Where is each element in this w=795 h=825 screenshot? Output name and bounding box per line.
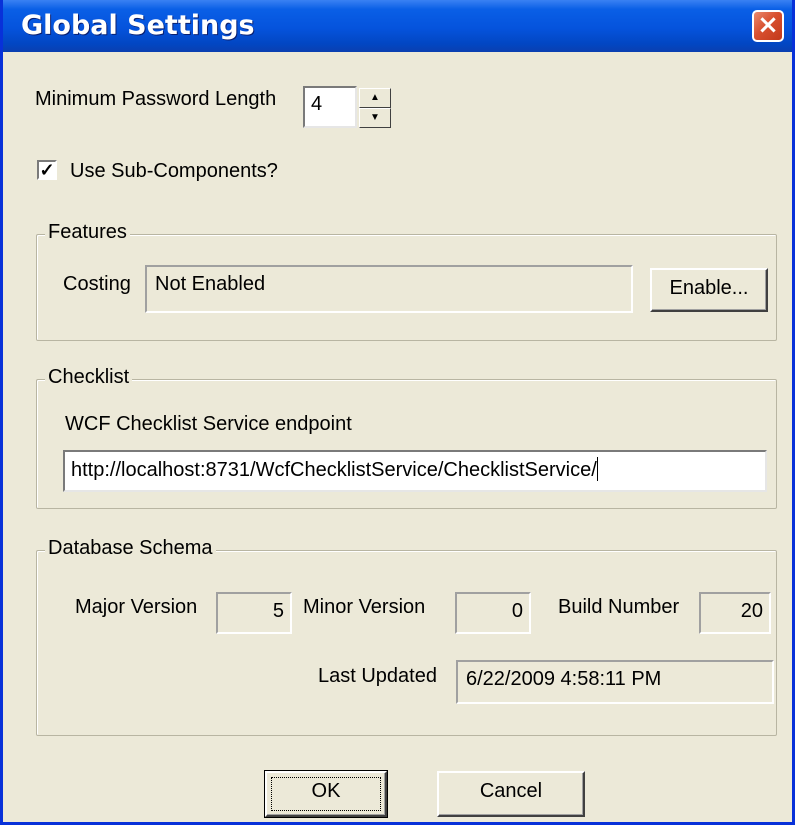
database-schema-group: Database Schema [36,537,777,736]
text-caret [596,457,598,481]
minor-version-value: 0 [511,600,523,622]
spin-up-icon[interactable]: ▲ [359,88,391,108]
wcf-endpoint-input[interactable]: http://localhost:8731/WcfChecklistServic… [63,450,767,492]
use-subcomponents-checkbox[interactable]: ✓ [37,160,57,180]
build-number-field: 20 [699,592,771,634]
last-updated-label: Last Updated [318,665,437,687]
check-mark-icon: ✓ [39,160,55,180]
window-title: Global Settings [21,10,255,41]
cancel-button[interactable]: Cancel [437,771,585,817]
features-group-title: Features [45,221,130,244]
last-updated-value: 6/22/2009 4:58:11 PM [466,668,662,690]
checklist-group-title: Checklist [45,366,133,389]
major-version-value: 5 [272,600,284,622]
database-schema-group-title: Database Schema [45,537,216,560]
close-icon[interactable]: × [752,10,784,42]
costing-status-field: Not Enabled [145,265,633,313]
minor-version-field: 0 [455,592,531,634]
wcf-endpoint-value: http://localhost:8731/WcfChecklistServic… [71,459,597,481]
global-settings-dialog: Global Settings × Minimum Password Lengt… [0,0,795,825]
wcf-endpoint-label: WCF Checklist Service endpoint [65,413,352,435]
min-password-length-input[interactable]: 4 [303,86,357,128]
min-password-length-label: Minimum Password Length [35,88,277,110]
last-updated-field: 6/22/2009 4:58:11 PM [456,660,774,704]
use-subcomponents-label: Use Sub-Components? [70,160,278,182]
costing-label: Costing [63,273,131,295]
major-version-field: 5 [216,592,292,634]
spin-down-icon[interactable]: ▼ [359,108,391,128]
min-password-length-value: 4 [311,93,323,115]
min-password-length-spinner[interactable]: ▲ ▼ [359,88,391,128]
build-number-label: Build Number [558,596,680,618]
title-bar[interactable]: Global Settings × [3,0,792,52]
build-number-value: 20 [740,600,763,622]
enable-button-label: Enable... [669,277,749,299]
costing-status-value: Not Enabled [155,273,266,295]
ok-focus-rect [271,777,381,811]
enable-button[interactable]: Enable... [650,268,768,312]
minor-version-label: Minor Version [303,596,426,618]
cancel-button-label: Cancel [479,780,543,802]
major-version-label: Major Version [75,596,198,618]
